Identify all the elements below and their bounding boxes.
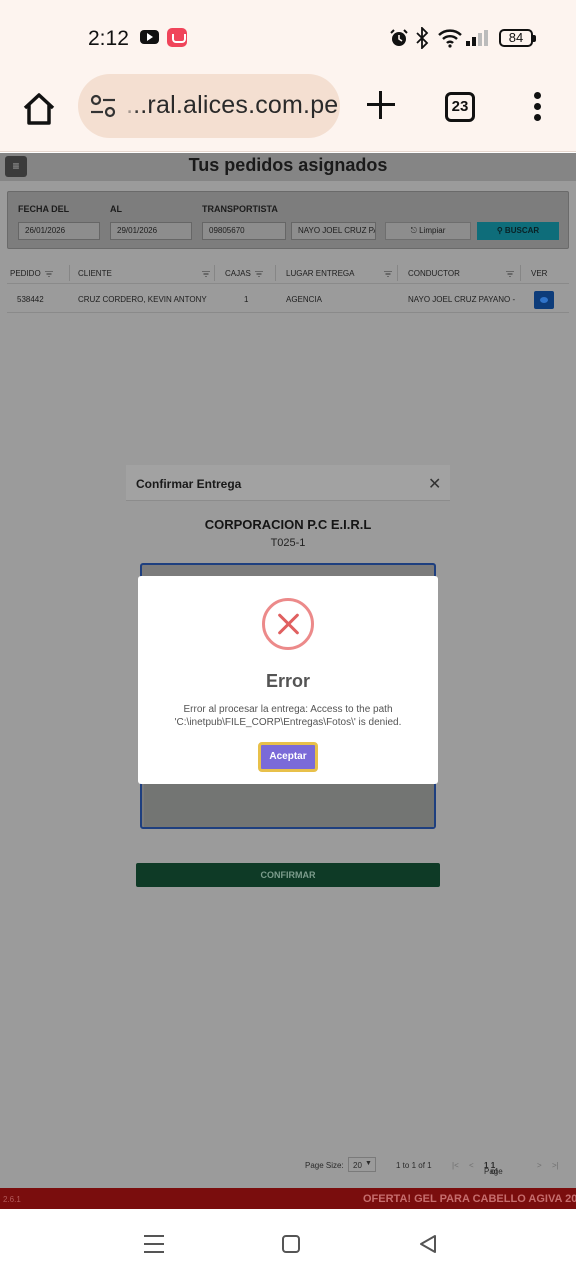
cell-cliente: CRUZ CORDERO, KEVIN ANTONY xyxy=(78,295,207,304)
order-code: T025-1 xyxy=(270,537,306,549)
driver-input[interactable]: NAYO JOEL CRUZ PA xyxy=(291,222,376,240)
filter-icon[interactable] xyxy=(384,271,392,277)
fecha-del-label: FECHA DEL xyxy=(18,204,70,214)
column-cajas[interactable]: CAJAS xyxy=(225,269,263,278)
next-page-icon[interactable]: > xyxy=(537,1161,542,1170)
error-dialog: Error Error al procesar la entrega: Acce… xyxy=(138,576,438,784)
recent-apps-icon[interactable] xyxy=(144,1235,164,1253)
al-label: AL xyxy=(110,204,122,214)
table-row[interactable]: 538442 CRUZ CORDERO, KEVIN ANTONY 1 AGEN… xyxy=(7,287,569,313)
clear-label: Limpiar xyxy=(419,226,446,235)
close-icon[interactable]: ✕ xyxy=(428,474,441,494)
search-label: BUSCAR xyxy=(504,226,540,235)
back-icon[interactable] xyxy=(418,1234,438,1254)
signal-icon xyxy=(466,30,490,46)
shop-icon xyxy=(167,28,187,47)
cell-conductor: NAYO JOEL CRUZ PAYANO - xyxy=(408,295,516,304)
fecha-del-input[interactable]: 26/01/2026 xyxy=(18,222,100,240)
chevron-down-icon: ▼ xyxy=(365,1160,372,1167)
version-label: 2.6.1 xyxy=(3,1195,21,1204)
wifi-icon xyxy=(438,29,462,48)
new-tab-icon[interactable] xyxy=(364,88,398,122)
error-x-icon xyxy=(262,598,314,650)
page-info: Page 1 of 1 xyxy=(484,1161,503,1176)
search-button[interactable]: ⚲ BUSCAR xyxy=(477,222,559,240)
column-ver[interactable]: VER xyxy=(531,269,547,278)
column-pedido[interactable]: PEDIDO xyxy=(10,269,53,278)
more-menu-icon[interactable] xyxy=(532,92,542,122)
browser-toolbar: ...ral.alices.com.pe 23 xyxy=(0,74,576,152)
tab-switcher-button[interactable]: 23 xyxy=(445,92,475,122)
column-cliente[interactable]: CLIENTE xyxy=(78,269,112,278)
error-title: Error xyxy=(265,671,310,691)
url-bar[interactable]: ...ral.alices.com.pe xyxy=(78,74,340,138)
site-settings-icon[interactable] xyxy=(90,94,116,118)
al-input[interactable]: 29/01/2026 xyxy=(110,222,192,240)
confirm-button[interactable]: CONFIRMAR xyxy=(136,863,440,887)
home-icon[interactable] xyxy=(20,90,58,128)
url-text: ...ral.alices.com.pe xyxy=(126,91,339,119)
grid-header: PEDIDO CLIENTE CAJAS LUGAR ENTREGA CONDU… xyxy=(7,262,569,284)
accept-button[interactable]: Aceptar xyxy=(258,742,318,772)
clear-button[interactable]: ⎋ Limpiar xyxy=(385,222,471,240)
filter-icon xyxy=(44,270,53,277)
home-square-icon[interactable] xyxy=(282,1235,300,1253)
prev-page-icon[interactable]: < xyxy=(469,1161,474,1170)
footer-bar: 2.6.1 OFERTA! GEL PARA CABELLO AGIVA 200 xyxy=(0,1188,576,1209)
filter-icon xyxy=(254,270,263,277)
last-page-icon[interactable]: >| xyxy=(552,1161,559,1170)
youtube-icon xyxy=(140,30,159,44)
column-conductor[interactable]: CONDUCTOR xyxy=(408,269,460,278)
filter-panel: FECHA DEL AL TRANSPORTISTA 26/01/2026 29… xyxy=(7,191,569,249)
first-page-icon[interactable]: |< xyxy=(452,1161,459,1170)
filter-icon[interactable] xyxy=(506,271,514,277)
column-lugar-entrega[interactable]: LUGAR ENTREGA xyxy=(286,269,354,278)
page-title: Tus pedidos asignados xyxy=(188,155,388,175)
modal-header: Confirmar Entrega ✕ xyxy=(126,465,450,501)
search-icon: ⚲ xyxy=(496,226,505,235)
system-nav-bar xyxy=(0,1209,576,1280)
battery-indicator: 84 xyxy=(499,29,536,47)
promo-marquee: OFERTA! GEL PARA CABELLO AGIVA 200 xyxy=(363,1193,576,1205)
page-range: 1 to 1 of 1 xyxy=(396,1161,432,1170)
bluetooth-icon xyxy=(416,27,429,49)
pagination: Page Size: 20 ▼ 1 to 1 of 1 |< < Page 1 … xyxy=(0,1155,576,1176)
page-header: ≡ Tus pedidos asignados xyxy=(0,153,576,181)
modal-title: Confirmar Entrega xyxy=(136,477,242,491)
company-name: CORPORACION P.C E.I.R.L xyxy=(204,517,372,532)
eraser-icon: ⎋ xyxy=(410,226,420,235)
page-size-select[interactable]: 20 ▼ xyxy=(348,1157,376,1172)
error-message: Error al procesar la entrega: Access to … xyxy=(174,704,402,728)
transportista-input[interactable]: 09805670 xyxy=(202,222,286,240)
page-size-label: Page Size: xyxy=(305,1161,344,1170)
status-bar: 2:12 84 xyxy=(0,0,576,74)
alarm-icon xyxy=(390,29,408,46)
view-eye-icon[interactable] xyxy=(534,291,554,309)
cell-lugar: AGENCIA xyxy=(286,295,323,304)
transportista-label: TRANSPORTISTA xyxy=(202,204,278,214)
filter-icon[interactable] xyxy=(202,271,210,277)
cell-cajas: 1 xyxy=(244,295,249,304)
clock: 2:12 xyxy=(88,27,129,50)
cell-pedido: 538442 xyxy=(17,295,44,304)
